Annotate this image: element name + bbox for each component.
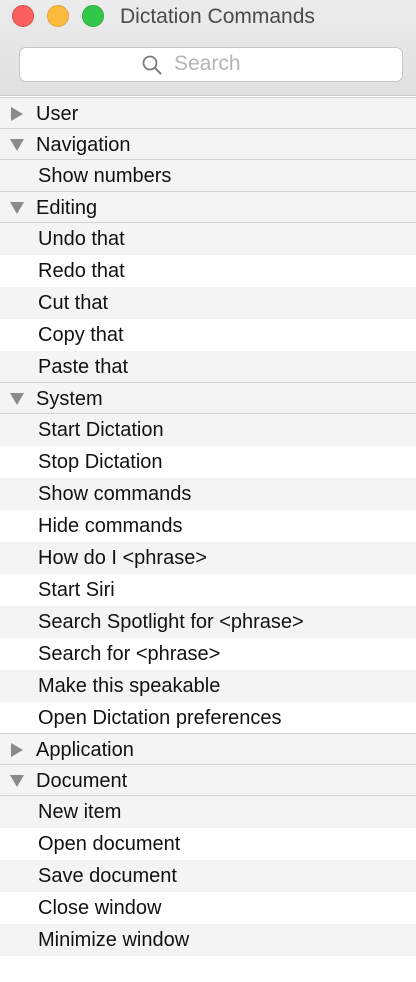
command-label: Search for <phrase> [38,643,221,665]
group-label: System [36,388,103,410]
disclosure-triangle-down-icon[interactable] [9,138,25,152]
command-row[interactable]: Open Dictation preferences [0,702,416,734]
command-row[interactable]: Cut that [0,287,416,319]
minimize-button[interactable] [47,5,69,27]
command-label: Start Siri [38,579,115,601]
command-row[interactable]: Show numbers [0,160,416,192]
command-row[interactable]: New item [0,796,416,828]
disclosure-triangle-down-icon[interactable] [9,201,25,215]
command-row[interactable]: Start Siri [0,574,416,606]
command-row[interactable]: Redo that [0,255,416,287]
group-label: Editing [36,197,98,219]
command-row[interactable]: Undo that [0,223,416,255]
search-input[interactable] [174,50,374,78]
command-row[interactable]: Make this speakable [0,670,416,702]
group-row[interactable]: Document [0,764,416,796]
command-label: Start Dictation [38,419,164,441]
group-row[interactable]: Application [0,733,416,765]
list-empty-area [0,962,416,982]
command-row[interactable]: Close window [0,892,416,924]
command-row[interactable]: Paste that [0,351,416,383]
command-label: Redo that [38,260,125,282]
command-row[interactable]: Open document [0,828,416,860]
command-label: Make this speakable [38,675,221,697]
search-field[interactable] [19,47,403,82]
command-row[interactable]: Minimize window [0,924,416,956]
disclosure-triangle-right-icon[interactable] [9,743,25,757]
group-label: Application [36,739,134,761]
group-row[interactable]: User [0,97,416,129]
command-label: Search Spotlight for <phrase> [38,611,304,633]
disclosure-triangle-down-icon[interactable] [9,392,25,406]
group-label: Navigation [36,134,131,156]
command-row[interactable]: Search Spotlight for <phrase> [0,606,416,638]
command-row[interactable]: Show commands [0,478,416,510]
title-bar[interactable]: Dictation Commands [0,0,416,96]
command-label: Open Dictation preferences [38,707,282,729]
command-label: Undo that [38,228,125,250]
command-label: Hide commands [38,515,183,537]
disclosure-triangle-right-icon[interactable] [9,107,25,121]
command-row[interactable]: Save document [0,860,416,892]
command-label: Open document [38,833,181,855]
command-label: Save document [38,865,177,887]
command-label: Show commands [38,483,192,505]
command-label: New item [38,801,122,823]
command-row[interactable]: Hide commands [0,510,416,542]
command-row[interactable]: Copy that [0,319,416,351]
zoom-button[interactable] [82,5,104,27]
group-row[interactable]: Editing [0,191,416,223]
command-label: Cut that [38,292,109,314]
group-label: Document [36,770,128,792]
command-label: Stop Dictation [38,451,163,473]
command-label: How do I <phrase> [38,547,207,569]
command-label: Minimize window [38,929,190,951]
close-button[interactable] [12,5,34,27]
group-label: User [36,103,79,125]
command-label: Paste that [38,356,129,378]
group-row[interactable]: System [0,382,416,414]
disclosure-triangle-down-icon[interactable] [9,774,25,788]
magnifying-glass-icon [142,55,162,75]
command-label: Copy that [38,324,124,346]
window-title: Dictation Commands [120,5,315,28]
command-label: Show numbers [38,165,172,187]
command-row[interactable]: Search for <phrase> [0,638,416,670]
command-label: Close window [38,897,162,919]
dictation-commands-window: Dictation Commands User Navigation Show nu… [0,0,416,982]
commands-list: User Navigation Show numbers Editing Undo th… [0,97,416,956]
command-row[interactable]: How do I <phrase> [0,542,416,574]
command-row[interactable]: Start Dictation [0,414,416,446]
command-row[interactable]: Stop Dictation [0,446,416,478]
group-row[interactable]: Navigation [0,128,416,160]
